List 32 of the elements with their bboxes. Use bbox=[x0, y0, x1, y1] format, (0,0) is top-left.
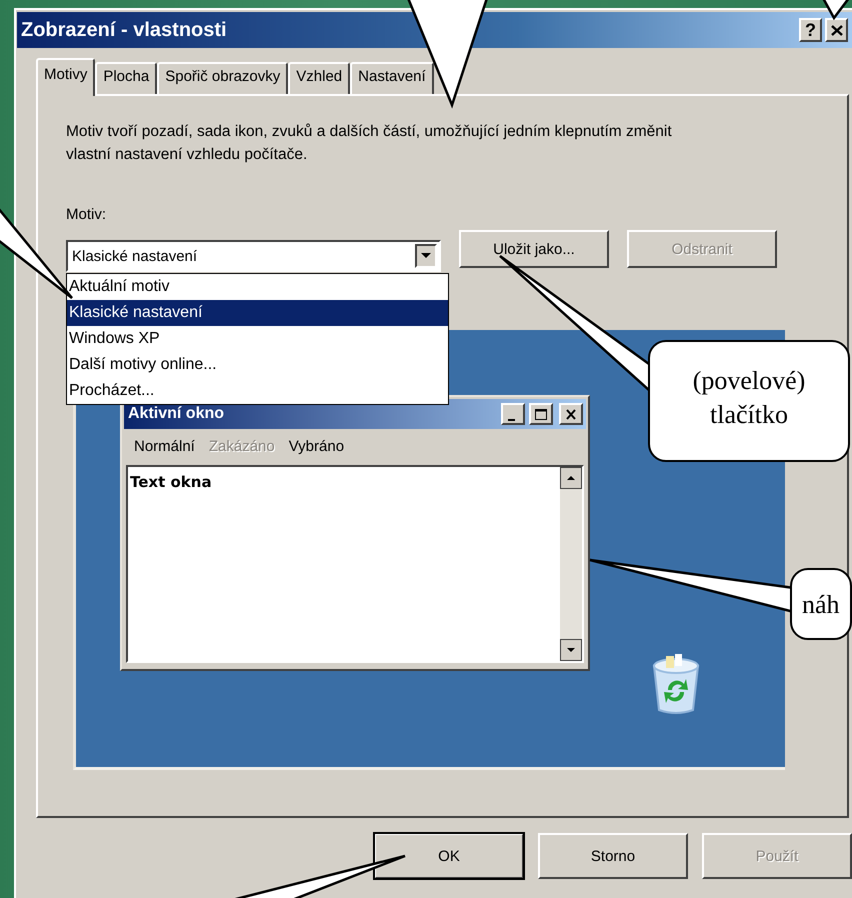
menu-item[interactable]: Vybráno bbox=[288, 438, 344, 454]
theme-label: Motiv: bbox=[66, 206, 108, 225]
maximize-icon[interactable] bbox=[533, 406, 549, 422]
close-button[interactable] bbox=[825, 18, 848, 42]
scrollbar[interactable] bbox=[560, 467, 582, 661]
scroll-down-icon[interactable] bbox=[560, 639, 582, 661]
dropdown-option[interactable]: Klasické nastavení bbox=[67, 300, 448, 326]
dropdown-option[interactable]: Procházet... bbox=[67, 378, 448, 404]
tab[interactable]: Spořič obrazovky bbox=[157, 62, 288, 94]
save-as-button[interactable]: Uložit jako... bbox=[459, 230, 609, 268]
cancel-button[interactable]: Storno bbox=[538, 833, 688, 879]
callout: (povelové) tlačítko bbox=[648, 340, 850, 462]
dropdown-option[interactable]: Aktuální motiv bbox=[67, 274, 448, 300]
window-title: Zobrazení - vlastnosti bbox=[21, 18, 228, 42]
ok-button[interactable]: OK bbox=[374, 833, 524, 879]
description-text: Motiv tvoří pozadí, sada ikon, zvuků a dalších částí, umožňující jedním klepnutím změnit vlastní nastavení vzhledu počítače. bbox=[66, 122, 673, 165]
dropdown-value: Klasické nastavení bbox=[71, 248, 198, 264]
caret-icon bbox=[421, 253, 431, 259]
tab[interactable]: Motivy bbox=[36, 58, 96, 96]
dropdown-option[interactable]: Další motivy online... bbox=[67, 352, 448, 378]
scroll-up-icon[interactable] bbox=[560, 467, 582, 489]
help-button[interactable]: ? bbox=[799, 18, 822, 42]
close-icon bbox=[830, 24, 842, 36]
tab[interactable]: Plocha bbox=[95, 62, 158, 94]
dropdown-arrow-button[interactable] bbox=[415, 244, 437, 268]
callout: náh bbox=[790, 568, 852, 640]
menu-item[interactable]: Normální bbox=[134, 438, 195, 454]
preview-window-title: Aktivní okno bbox=[128, 405, 226, 423]
window-text: Text okna bbox=[129, 472, 213, 493]
tab[interactable]: Vzhled bbox=[288, 62, 350, 94]
tab[interactable]: Nastavení bbox=[350, 62, 434, 94]
dropdown-option[interactable]: Windows XP bbox=[67, 326, 448, 352]
